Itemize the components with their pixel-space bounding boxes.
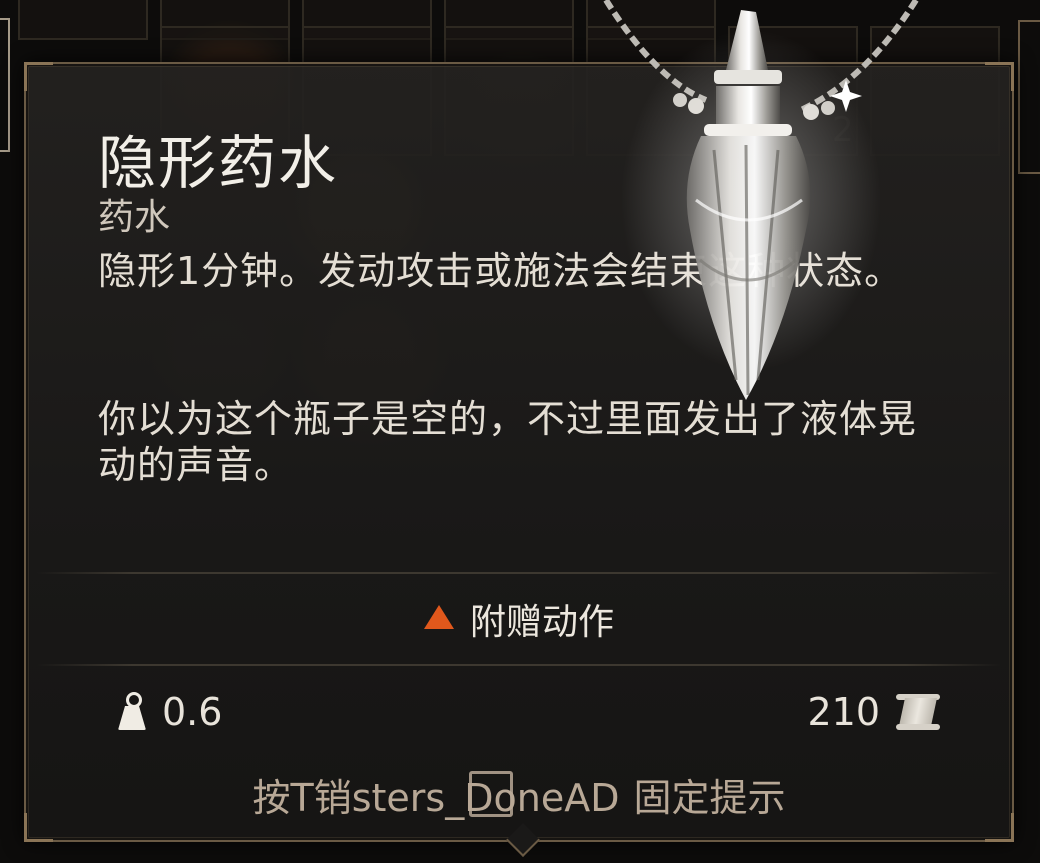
- frame-corner: [24, 62, 53, 91]
- item-effect-description: 隐形1分钟。发动攻击或施法会结束这种状态。: [98, 249, 904, 293]
- divider: [36, 572, 1002, 574]
- inventory-tab-edge[interactable]: [0, 18, 10, 152]
- action-cost-row: 附赠动作: [26, 592, 1012, 646]
- item-flavor-text: 你以为这个瓶子是空的，不过里面发出了液体晃动的声音。: [98, 397, 918, 487]
- item-type: 药水: [98, 197, 171, 238]
- item-stats-row: 0.6 210: [26, 684, 1012, 744]
- keybind-box-icon: [469, 771, 514, 817]
- divider: [36, 664, 1002, 666]
- gold-value: 210: [807, 690, 880, 734]
- orange-triangle-icon: [423, 605, 454, 629]
- inventory-slot[interactable]: [18, 0, 148, 40]
- item-weight: 0.6: [116, 690, 222, 734]
- item-value: 210: [807, 690, 940, 734]
- pin-tooltip-hint: 按 T销sters_DoneAD 固定提示: [26, 764, 1012, 824]
- weight-icon: [116, 692, 148, 732]
- item-tooltip: 隐形药水 药水 隐形1分钟。发动攻击或施法会结束这种状态。 你以为这个瓶子是空的…: [24, 62, 1014, 842]
- hint-suffix: 固定提示: [633, 775, 786, 820]
- side-panel-edge: [1018, 20, 1040, 174]
- gold-scroll-icon: [896, 694, 940, 730]
- weight-value: 0.6: [162, 690, 223, 734]
- action-type-label: 附赠动作: [469, 602, 614, 643]
- frame-corner: [985, 62, 1014, 91]
- hint-prefix: 按: [252, 775, 291, 820]
- hint-keybind-text: T销sters_DoneAD: [290, 775, 620, 820]
